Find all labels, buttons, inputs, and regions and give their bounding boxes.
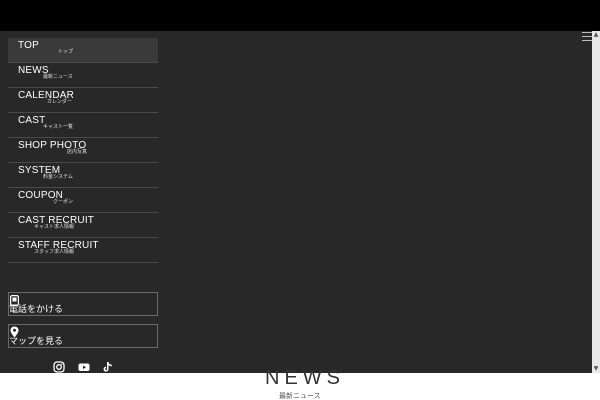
menu-item-cast-recruit[interactable]: CAST RECRUIT キャスト求人情報 xyxy=(8,213,158,238)
scroll-up-arrow-icon[interactable]: ▲ xyxy=(592,31,600,39)
menu-item-calendar[interactable]: CALENDAR カレンダー xyxy=(8,88,158,113)
menu-item-coupon[interactable]: COUPON クーポン xyxy=(8,188,158,213)
menu-item-sublabel: 最新ニュース xyxy=(43,74,73,80)
top-header-bar xyxy=(0,0,600,31)
menu-item-label: CAST xyxy=(18,115,46,126)
call-button[interactable]: 電話をかける xyxy=(8,292,158,316)
menu-item-sublabel: キャスト求人情報 xyxy=(34,224,75,230)
menu-item-sublabel: スタッフ求人情報 xyxy=(34,249,75,255)
menu-item-cast[interactable]: CAST キャスト一覧 xyxy=(8,113,158,138)
menu-item-label: TOP xyxy=(18,40,39,51)
menu-item-news[interactable]: NEWS 最新ニュース xyxy=(8,63,158,88)
scrollbar[interactable]: ▲ ▼ xyxy=(592,31,600,373)
instagram-icon[interactable] xyxy=(53,360,65,378)
menu-item-system[interactable]: SYSTEM 料金システム xyxy=(8,163,158,188)
menu-item-sublabel: キャスト一覧 xyxy=(43,124,74,130)
nav-menu: TOP トップ NEWS 最新ニュース CALENDAR カレンダー CAST … xyxy=(8,38,158,263)
scroll-down-arrow-icon[interactable]: ▼ xyxy=(592,365,600,373)
menu-item-sublabel: 店内写真 xyxy=(67,149,88,155)
tiktok-icon[interactable] xyxy=(102,360,114,378)
menu-item-top[interactable]: TOP トップ xyxy=(8,38,158,63)
social-links xyxy=(53,360,123,373)
menu-item-sublabel: 料金システム xyxy=(43,174,73,180)
youtube-icon[interactable] xyxy=(78,360,90,378)
map-button[interactable]: マップを見る xyxy=(8,324,158,348)
menu-item-sublabel: トップ xyxy=(58,49,74,55)
menu-item-sublabel: カレンダー xyxy=(47,99,73,105)
menu-item-sublabel: クーポン xyxy=(53,199,74,205)
section-title: NEWS xyxy=(265,367,345,389)
section-subtitle: 最新ニュース xyxy=(279,392,321,400)
call-button-label: 電話をかける xyxy=(9,305,64,315)
menu-item-shop-photo[interactable]: SHOP PHOTO 店内写真 xyxy=(8,138,158,163)
menu-item-staff-recruit[interactable]: STAFF RECRUIT スタッフ求人情報 xyxy=(8,238,158,263)
map-button-label: マップを見る xyxy=(9,337,64,347)
